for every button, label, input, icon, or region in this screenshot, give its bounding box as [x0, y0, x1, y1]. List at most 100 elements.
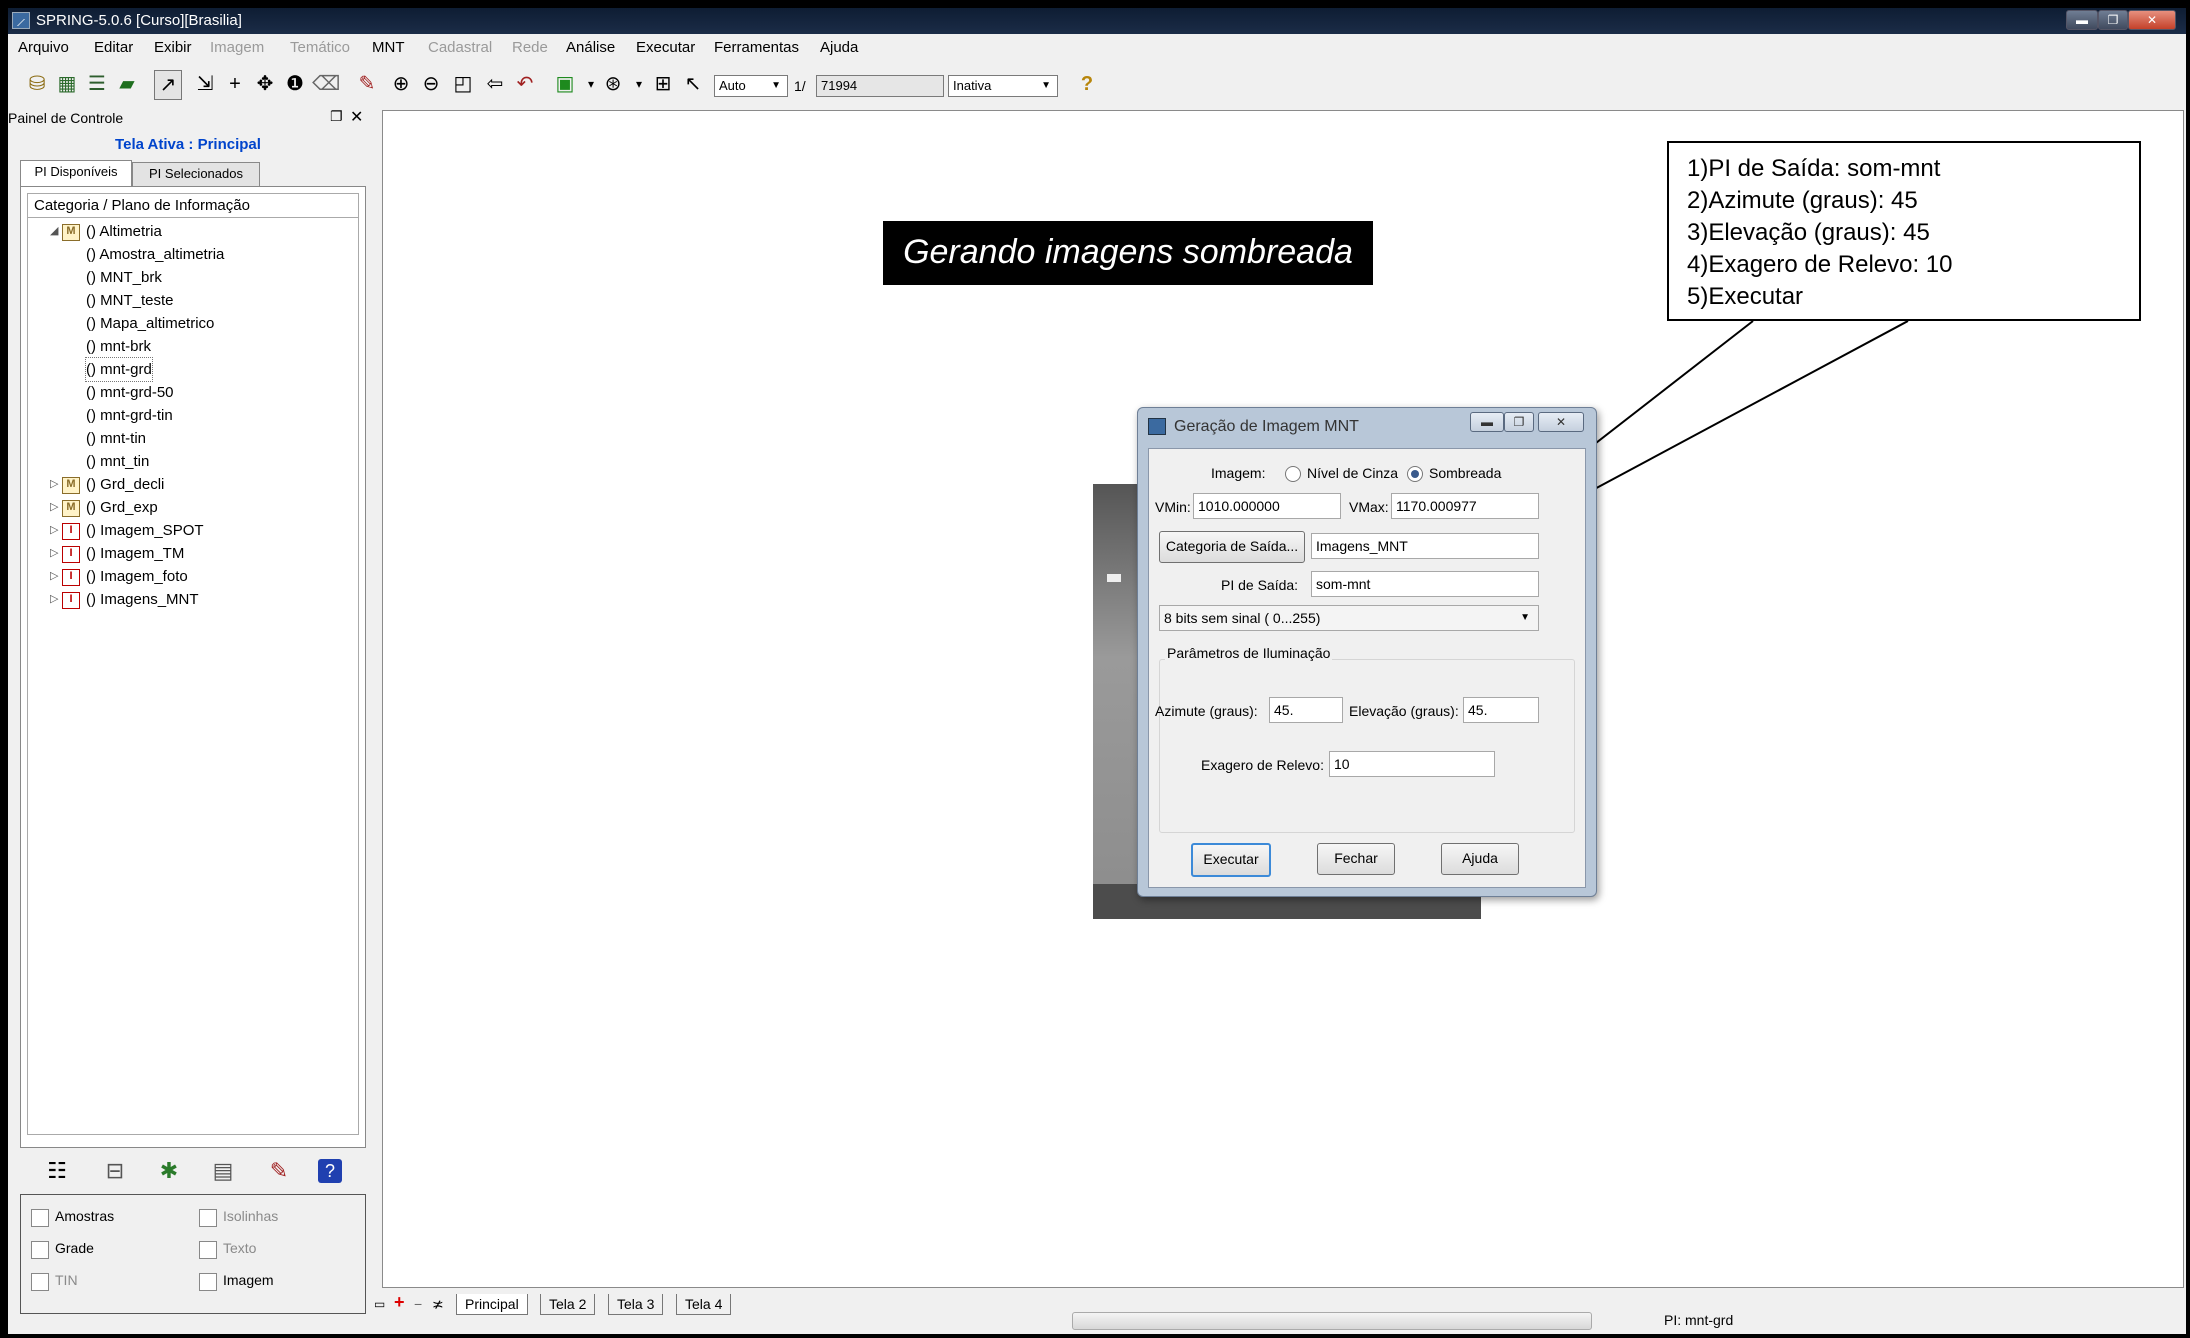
table-icon[interactable]: ⊞: [650, 70, 676, 98]
plane-icon[interactable]: ▰: [114, 70, 140, 98]
nivel-cinza-radio[interactable]: [1285, 466, 1301, 482]
properties-icon[interactable]: ⊟: [100, 1156, 130, 1186]
categoria-saida-button[interactable]: Categoria de Saída...: [1159, 531, 1305, 563]
tree-item[interactable]: () mnt-grd-tin: [86, 404, 173, 427]
pencil-icon[interactable]: ✎: [354, 70, 380, 98]
tab-principal[interactable]: Principal: [456, 1294, 528, 1315]
collapsed-arrow-icon[interactable]: ▷: [50, 542, 58, 565]
tab-pi-disponiveis[interactable]: PI Disponíveis: [20, 160, 132, 187]
tab-pi-selecionados[interactable]: PI Selecionados: [132, 162, 260, 187]
tree-item[interactable]: () Mapa_altimetrico: [86, 312, 214, 335]
menu-editar[interactable]: Editar: [94, 39, 133, 56]
tab-tela-2[interactable]: Tela 2: [540, 1294, 596, 1315]
dialog-close-button[interactable]: ✕: [1538, 412, 1584, 432]
expanded-arrow-icon[interactable]: ◢: [50, 220, 58, 243]
project-icon[interactable]: ▦: [54, 70, 80, 98]
azimute-field[interactable]: 45.: [1269, 697, 1343, 723]
pointer-icon[interactable]: ↖: [680, 70, 706, 98]
zoom-area-icon[interactable]: ◰: [450, 70, 476, 98]
collapsed-arrow-icon[interactable]: ▷: [50, 565, 58, 588]
add-screen-icon[interactable]: +: [394, 1292, 405, 1312]
vmax-field[interactable]: 1170.000977: [1391, 493, 1539, 519]
tools-icon[interactable]: ✱: [154, 1156, 184, 1186]
tree-item-selected[interactable]: () mnt-grd: [85, 357, 153, 382]
menu-analise[interactable]: Análise: [566, 39, 615, 56]
dialog-maximize-button[interactable]: ❐: [1504, 412, 1534, 432]
menu-exibir[interactable]: Exibir: [154, 39, 192, 56]
pencil-icon[interactable]: ✎: [264, 1156, 294, 1186]
tab-tela-4[interactable]: Tela 4: [676, 1294, 732, 1315]
maximize-button[interactable]: ❐: [2098, 10, 2128, 30]
map-canvas[interactable]: Gerando imagens sombreada 1)PI de Saída:…: [382, 110, 2184, 1288]
zoom-mode-select[interactable]: Auto ▼: [714, 75, 788, 97]
ajuda-button[interactable]: Ajuda: [1441, 843, 1519, 875]
menu-rede[interactable]: Rede: [512, 39, 548, 56]
chevron-down-icon[interactable]: ▾: [626, 70, 652, 98]
zoom-level-icon[interactable]: ⊛: [600, 70, 626, 98]
menu-mnt[interactable]: MNT: [372, 39, 405, 56]
sombreada-radio[interactable]: [1407, 466, 1423, 482]
tree-category-imagens-mnt[interactable]: ▷ I () Imagens_MNT: [50, 588, 199, 611]
float-icon[interactable]: ❐: [330, 108, 343, 125]
draw-icon[interactable]: ↗: [154, 70, 182, 100]
tree-category-imagem-tm[interactable]: ▷ I () Imagem_TM: [50, 542, 184, 565]
zoom-in-icon[interactable]: ⊕: [388, 70, 414, 98]
tree-category-altimetria[interactable]: ◢ M () Altimetria: [50, 220, 162, 243]
menu-cadastral[interactable]: Cadastral: [428, 39, 492, 56]
fechar-button[interactable]: Fechar: [1317, 843, 1395, 875]
cursor-menu-icon[interactable]: ▣: [552, 70, 578, 98]
pi-saida-field[interactable]: som-mnt: [1311, 571, 1539, 597]
back-icon[interactable]: ⇦: [482, 70, 508, 98]
tin-checkbox[interactable]: [31, 1273, 49, 1291]
grade-checkbox[interactable]: [31, 1241, 49, 1259]
texto-checkbox[interactable]: [199, 1241, 217, 1259]
database-icon[interactable]: ⛁: [24, 70, 50, 98]
import-icon[interactable]: ⇲: [192, 70, 218, 98]
tree-category-imagem-spot[interactable]: ▷ I () Imagem_SPOT: [50, 519, 204, 542]
tab-tela-3[interactable]: Tela 3: [608, 1294, 664, 1315]
window-icon[interactable]: ▭: [374, 1294, 385, 1314]
isolinhas-checkbox[interactable]: [199, 1209, 217, 1227]
menu-executar[interactable]: Executar: [636, 39, 695, 56]
imagem-checkbox[interactable]: [199, 1273, 217, 1291]
minimize-button[interactable]: ▬: [2066, 10, 2098, 30]
tree-item[interactable]: () Amostra_altimetria: [86, 243, 224, 266]
zoom-out-icon[interactable]: ⊖: [418, 70, 444, 98]
tree-item[interactable]: () MNT_brk: [86, 266, 162, 289]
menu-arquivo[interactable]: Arquivo: [18, 39, 69, 56]
dialog-minimize-button[interactable]: ▬: [1470, 412, 1504, 432]
link-screen-icon[interactable]: ≭: [432, 1294, 444, 1314]
remove-screen-icon[interactable]: −: [414, 1294, 422, 1314]
list-icon[interactable]: ☷: [42, 1156, 72, 1186]
bits-select[interactable]: 8 bits sem sinal ( 0...255) ▼: [1159, 605, 1539, 631]
collapsed-arrow-icon[interactable]: ▷: [50, 473, 58, 496]
eraser-icon[interactable]: ⌫: [312, 70, 340, 98]
layers-icon[interactable]: ☰: [84, 70, 110, 98]
amostras-checkbox[interactable]: [31, 1209, 49, 1227]
menu-imagem[interactable]: Imagem: [210, 39, 264, 56]
elevacao-field[interactable]: 45.: [1463, 697, 1539, 723]
state-select[interactable]: Inativa ▼: [948, 75, 1058, 97]
cursor-cross-icon[interactable]: +: [222, 70, 248, 98]
help-icon[interactable]: ?: [1074, 70, 1100, 98]
undo-icon[interactable]: ↶: [512, 70, 538, 98]
categoria-saida-field[interactable]: Imagens_MNT: [1311, 533, 1539, 559]
tree-item[interactable]: () mnt_tin: [86, 450, 149, 473]
menu-ajuda[interactable]: Ajuda: [820, 39, 858, 56]
tree-item[interactable]: () mnt-brk: [86, 335, 151, 358]
help-icon[interactable]: ?: [318, 1159, 342, 1183]
tree-item[interactable]: () MNT_teste: [86, 289, 174, 312]
exagero-field[interactable]: 10: [1329, 751, 1495, 777]
info-icon[interactable]: ❶: [282, 70, 308, 98]
scale-field[interactable]: 71994: [816, 75, 944, 97]
collapsed-arrow-icon[interactable]: ▷: [50, 588, 58, 611]
close-button[interactable]: ✕: [2128, 10, 2176, 30]
tree-category-grd-exp[interactable]: ▷ M () Grd_exp: [50, 496, 158, 519]
collapsed-arrow-icon[interactable]: ▷: [50, 496, 58, 519]
close-icon[interactable]: ✕: [350, 107, 363, 127]
executar-button[interactable]: Executar: [1191, 843, 1271, 877]
tree-item[interactable]: () mnt-grd-50: [86, 381, 174, 404]
menu-tematico[interactable]: Temático: [290, 39, 350, 56]
pan-icon[interactable]: ✥: [252, 70, 278, 98]
tree-category-grd-decli[interactable]: ▷ M () Grd_decli: [50, 473, 164, 496]
